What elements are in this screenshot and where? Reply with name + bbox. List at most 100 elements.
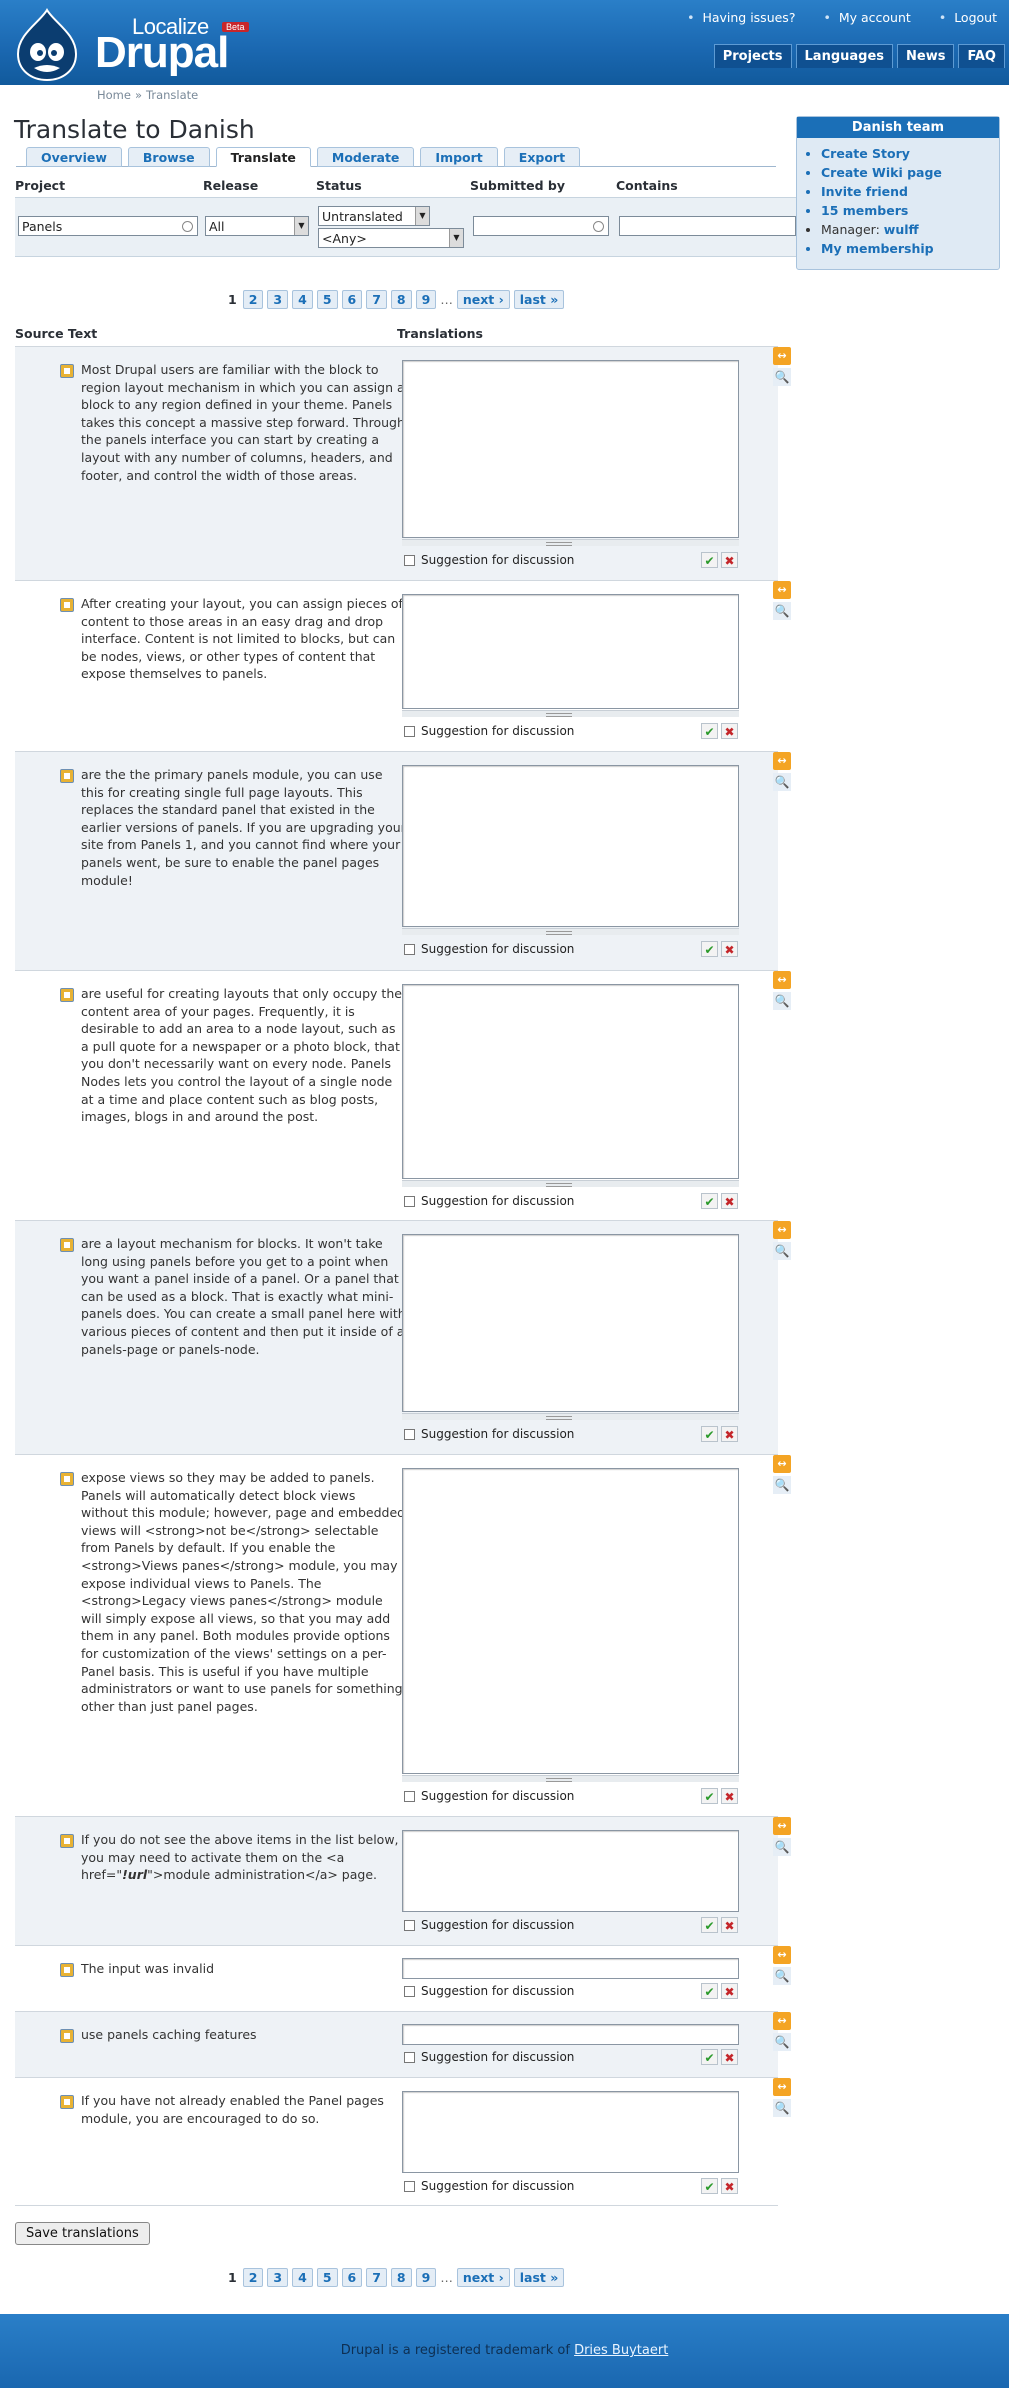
lookup-icon[interactable]: 🔍 [773,368,791,386]
pager-page[interactable]: 5 [316,290,338,309]
lookup-icon[interactable]: 🔍 [773,773,791,791]
suggestion-checkbox[interactable] [404,554,415,566]
tab-import[interactable]: Import [420,147,498,167]
nav-news[interactable]: News [897,44,955,68]
contains-input[interactable] [619,216,796,236]
members-link[interactable]: 15 members [821,201,999,220]
pager-last[interactable]: last » [513,290,565,309]
pager-page[interactable]: 3 [267,290,289,309]
translation-textarea[interactable] [402,594,739,709]
copy-source-icon[interactable]: ↔ [773,2078,791,2096]
edit-source-icon[interactable] [60,1472,74,1486]
pager-next[interactable]: next › [456,290,510,309]
translation-textarea[interactable] [402,1468,739,1774]
tab-moderate[interactable]: Moderate [316,147,415,167]
pager-page[interactable]: 6 [341,290,363,309]
copy-source-icon[interactable]: ↔ [773,752,791,770]
translation-textarea[interactable] [402,765,739,927]
decline-icon[interactable]: ✖ [721,1917,738,1933]
textarea-resize-grip[interactable] [402,710,739,717]
translation-textarea[interactable] [402,2091,739,2173]
create-story-link[interactable]: Create Story [821,144,999,163]
suggestion-checkbox[interactable] [404,725,415,737]
textarea-resize-grip[interactable] [402,928,739,935]
logout-link[interactable]: Logout [939,10,997,25]
copy-source-icon[interactable]: ↔ [773,1946,791,1964]
decline-icon[interactable]: ✖ [721,723,738,739]
decline-icon[interactable]: ✖ [721,1983,738,1999]
decline-icon[interactable]: ✖ [721,1193,738,1209]
translation-textarea[interactable] [402,1234,739,1412]
decline-icon[interactable]: ✖ [721,1788,738,1804]
textarea-resize-grip[interactable] [402,1413,739,1420]
tab-export[interactable]: Export [503,147,581,167]
suggestion-checkbox[interactable] [404,2180,415,2192]
edit-source-icon[interactable] [60,364,74,378]
approve-icon[interactable]: ✔ [701,1788,718,1804]
edit-source-icon[interactable] [60,988,74,1002]
suggestion-checkbox[interactable] [404,1790,415,1802]
decline-icon[interactable]: ✖ [721,1426,738,1442]
decline-icon[interactable]: ✖ [721,941,738,957]
tab-browse[interactable]: Browse [127,147,210,167]
decline-icon[interactable]: ✖ [721,552,738,568]
manager-name-link[interactable]: wulff [884,222,919,237]
pager-page[interactable]: 7 [366,2268,387,2287]
approve-icon[interactable]: ✔ [701,552,718,568]
copy-source-icon[interactable]: ↔ [773,581,791,599]
pager-page[interactable]: 8 [390,2268,412,2287]
lookup-icon[interactable]: 🔍 [773,602,791,620]
copy-source-icon[interactable]: ↔ [773,1817,791,1835]
lookup-icon[interactable]: 🔍 [773,2033,791,2051]
tab-translate[interactable]: Translate [215,147,311,167]
release-select[interactable]: All ▼ [205,216,309,236]
translation-textarea[interactable] [402,360,739,538]
approve-icon[interactable]: ✔ [701,1193,718,1209]
pager-page[interactable]: 4 [292,290,313,309]
translation-textarea[interactable] [402,984,739,1179]
edit-source-icon[interactable] [60,769,74,783]
lookup-icon[interactable]: 🔍 [773,1967,791,1985]
pager-page[interactable]: 3 [267,2268,289,2287]
approve-icon[interactable]: ✔ [701,1917,718,1933]
edit-source-icon[interactable] [60,2095,74,2109]
copy-source-icon[interactable]: ↔ [773,2012,791,2030]
decline-icon[interactable]: ✖ [721,2178,738,2194]
breadcrumb-translate[interactable]: Translate [146,88,198,102]
lookup-icon[interactable]: 🔍 [773,1242,791,1260]
decline-icon[interactable]: ✖ [721,2049,738,2065]
lookup-icon[interactable]: 🔍 [773,1838,791,1856]
approve-icon[interactable]: ✔ [701,2178,718,2194]
copy-source-icon[interactable]: ↔ [773,347,791,365]
pager-page[interactable]: 9 [415,2268,437,2287]
lookup-icon[interactable]: 🔍 [773,992,791,1010]
suggestion-checkbox[interactable] [404,1985,415,1997]
copy-source-icon[interactable]: ↔ [773,1221,791,1239]
pager-next[interactable]: next › [456,2268,510,2287]
pager-last[interactable]: last » [513,2268,565,2287]
drupal-drop-icon[interactable] [14,8,80,82]
approve-icon[interactable]: ✔ [701,2049,718,2065]
edit-source-icon[interactable] [60,1238,74,1252]
pager-page[interactable]: 2 [242,290,264,309]
having-issues-link[interactable]: Having issues? [687,10,795,25]
pager-page[interactable]: 4 [292,2268,313,2287]
save-translations-button[interactable]: Save translations [15,2222,150,2245]
pager-page[interactable]: 2 [242,2268,264,2287]
pager-page[interactable]: 7 [366,290,387,309]
status-any-select[interactable]: <Any> ▼ [318,228,464,248]
nav-languages[interactable]: Languages [795,44,894,68]
translation-input[interactable] [402,1958,739,1979]
edit-source-icon[interactable] [60,2029,74,2043]
translation-textarea[interactable] [402,1830,739,1912]
copy-source-icon[interactable]: ↔ [773,971,791,989]
lookup-icon[interactable]: 🔍 [773,2099,791,2117]
submitted-by-input[interactable] [473,216,609,236]
my-account-link[interactable]: My account [823,10,911,25]
status-select[interactable]: Untranslated ▼ [318,206,430,226]
my-membership-link[interactable]: My membership [821,239,999,258]
lookup-icon[interactable]: 🔍 [773,1476,791,1494]
suggestion-checkbox[interactable] [404,943,415,955]
edit-source-icon[interactable] [60,1963,74,1977]
nav-projects[interactable]: Projects [713,44,792,68]
